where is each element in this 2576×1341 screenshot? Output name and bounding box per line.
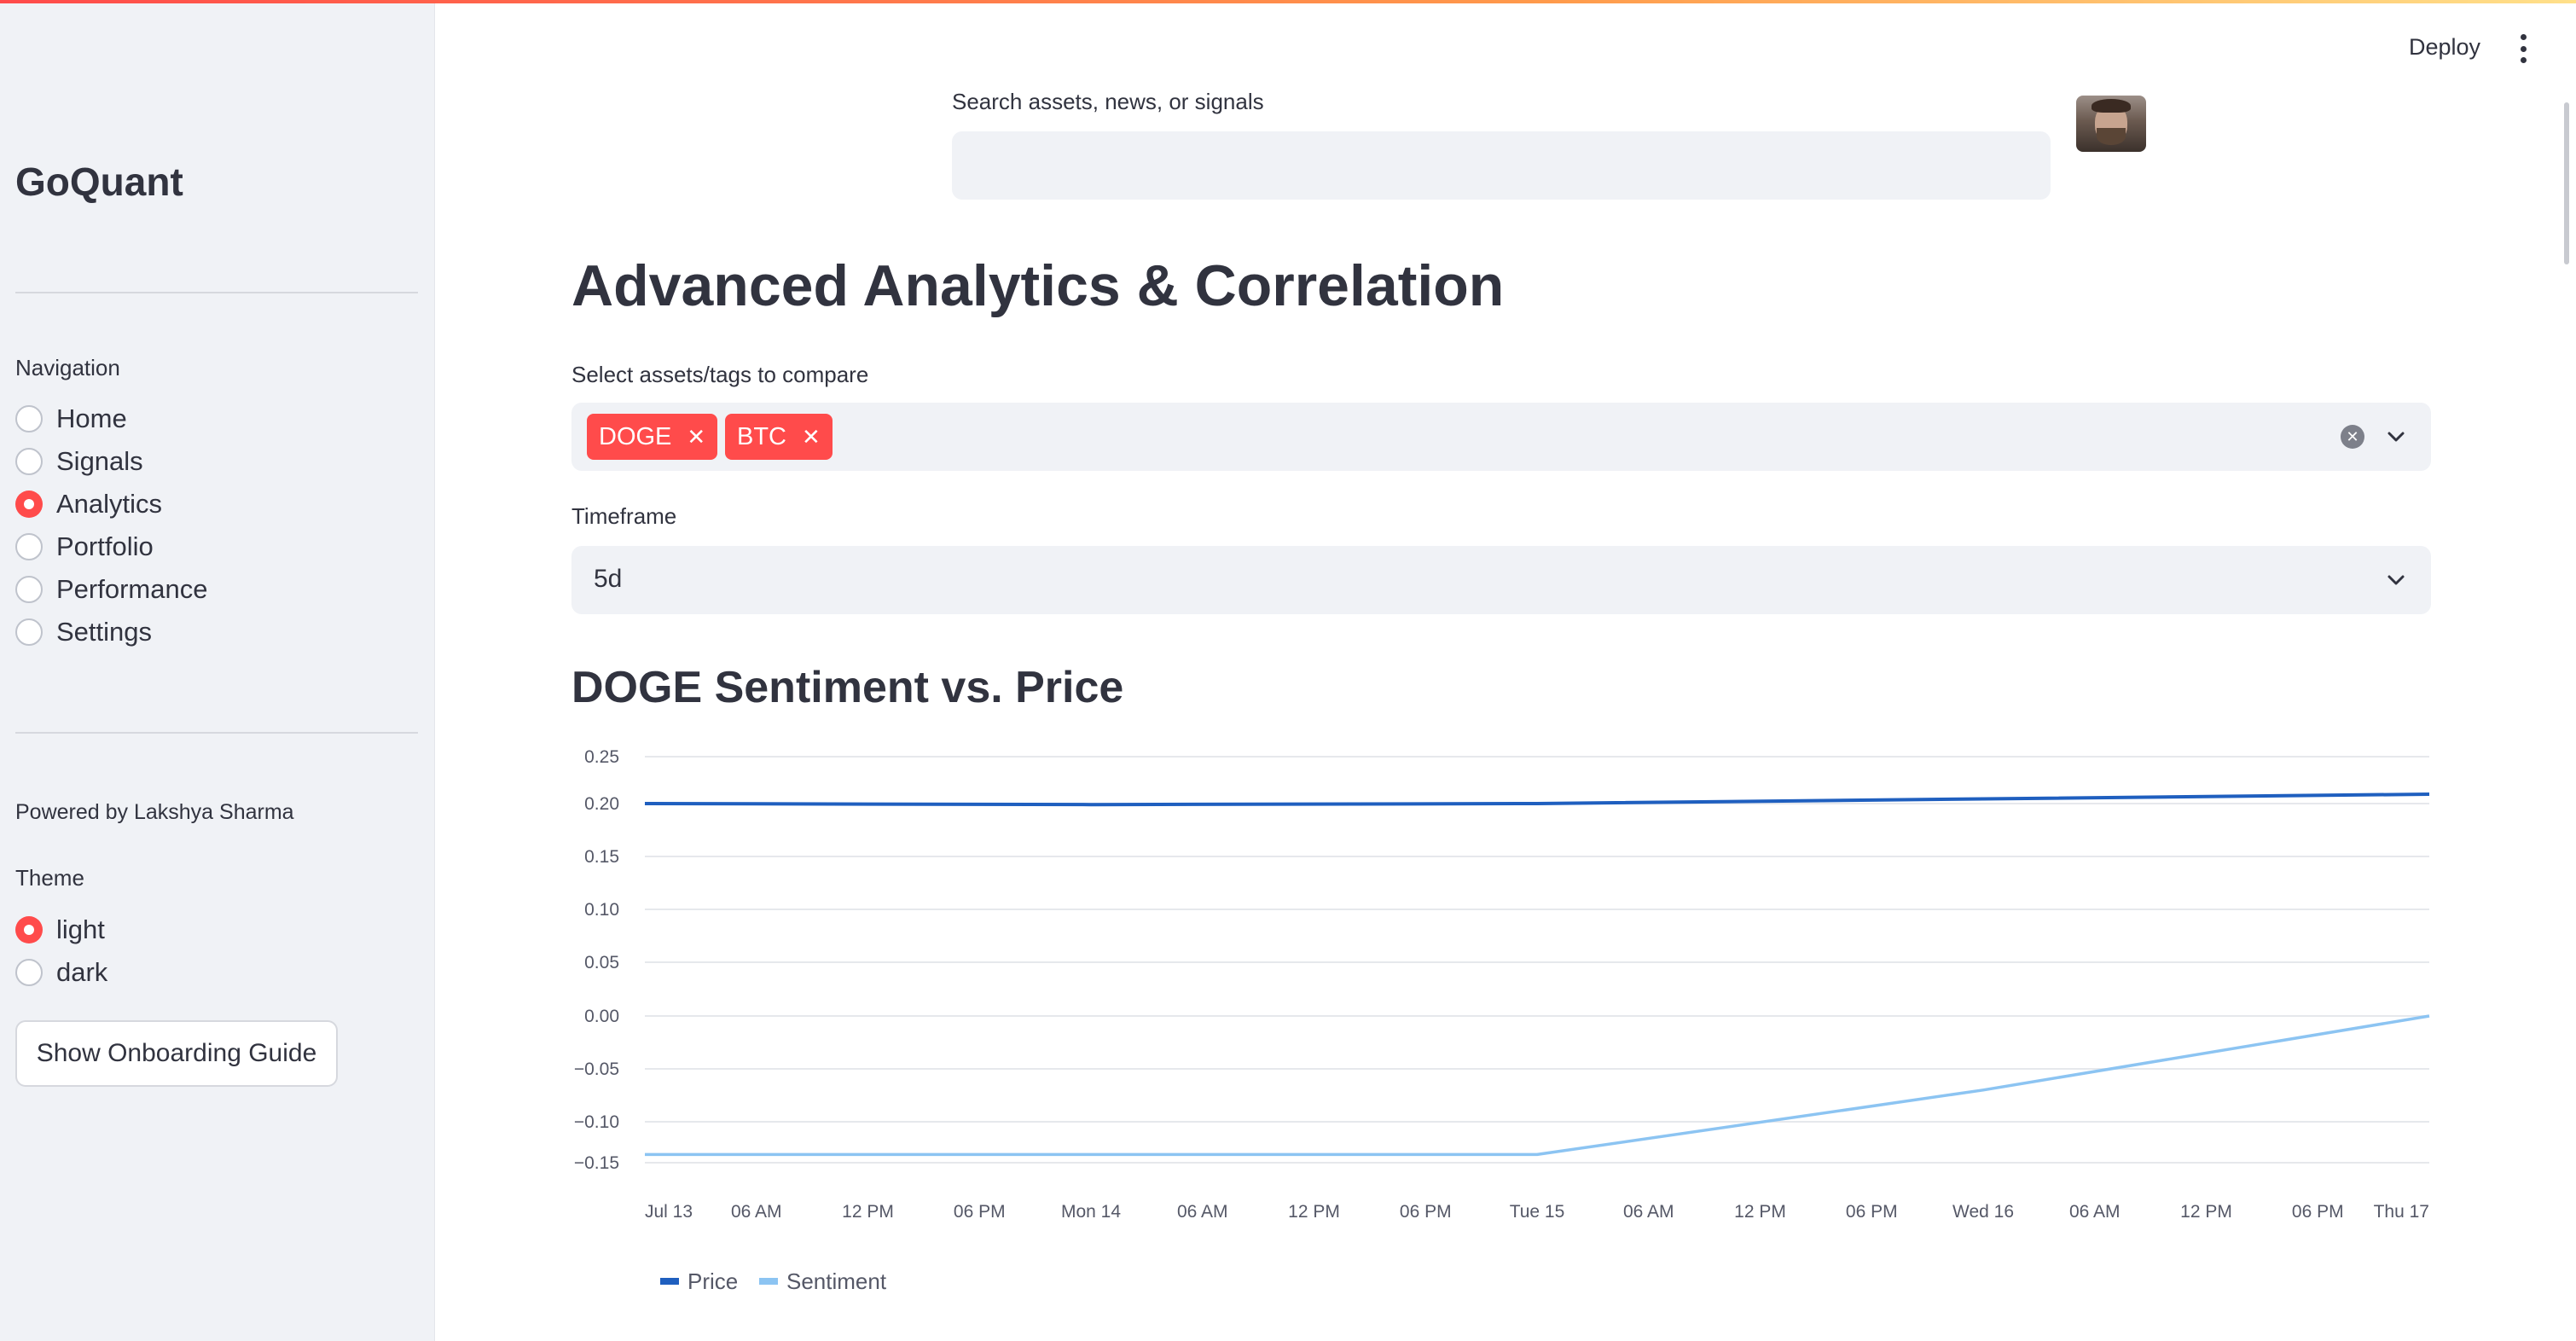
y-tick-label: −0.05 (574, 1059, 619, 1079)
sidebar-divider (15, 732, 418, 734)
x-tick-label: 06 AM (1177, 1202, 1228, 1222)
nav-item-label: Performance (56, 574, 208, 604)
radio-circle[interactable] (15, 618, 43, 646)
nav-item-label: Analytics (56, 489, 163, 519)
y-tick-label: 0.05 (584, 953, 619, 972)
x-tick-label: 12 PM (1734, 1202, 1786, 1222)
x-tick-label: 06 AM (1623, 1202, 1674, 1222)
series-line-sentiment (645, 1014, 2430, 1157)
compare-label: Select assets/tags to compare (571, 362, 869, 387)
tag-label: DOGE (599, 422, 672, 450)
nav-item-performance[interactable]: Performance (15, 568, 207, 611)
x-tick-label: Mon 14 (1061, 1202, 1121, 1222)
x-tick-label: 12 PM (842, 1202, 894, 1222)
theme-radio-group: light dark (15, 909, 107, 994)
show-onboarding-guide-button[interactable]: Show Onboarding Guide (15, 1020, 338, 1087)
sidebar-divider (15, 292, 418, 293)
x-tick-label: Tue 15 (1510, 1202, 1565, 1222)
radio-circle-selected[interactable] (15, 916, 43, 943)
timeframe-select[interactable]: 5d (571, 546, 2431, 614)
radio-circle[interactable] (15, 959, 43, 986)
x-tick-label: 12 PM (1288, 1202, 1340, 1222)
nav-item-settings[interactable]: Settings (15, 611, 207, 653)
x-tick-label: 06 PM (954, 1202, 1006, 1222)
theme-option-label: light (56, 914, 105, 944)
chevron-down-icon[interactable] (2383, 567, 2409, 593)
nav-item-portfolio[interactable]: Portfolio (15, 525, 207, 568)
x-tick-label: Thu 17 (2374, 1202, 2429, 1222)
y-tick-label: 0.00 (584, 1007, 619, 1026)
tag-label: BTC (737, 422, 786, 450)
chart-title: DOGE Sentiment vs. Price (571, 663, 1124, 712)
remove-tag-icon[interactable]: ✕ (687, 424, 705, 450)
radio-circle-selected[interactable] (15, 491, 43, 518)
navigation-radio-group: Home Signals Analytics Portfolio Perform… (15, 398, 207, 653)
more-options-icon[interactable] (2515, 34, 2532, 63)
tag-btc: BTC ✕ (725, 414, 833, 460)
y-tick-label: 0.10 (584, 900, 619, 920)
legend-swatch-price (660, 1278, 679, 1285)
avatar[interactable] (2076, 96, 2146, 152)
radio-circle[interactable] (15, 405, 43, 432)
x-tick-label: Jul 13 (645, 1202, 693, 1222)
radio-circle[interactable] (15, 448, 43, 475)
nav-item-label: Home (56, 403, 127, 433)
y-tick-label: 0.20 (584, 794, 619, 814)
page-title: Advanced Analytics & Correlation (571, 253, 1505, 318)
navigation-label: Navigation (15, 355, 120, 380)
radio-circle[interactable] (15, 533, 43, 560)
radio-circle[interactable] (15, 576, 43, 603)
legend-swatch-sentiment (759, 1278, 778, 1285)
legend-label-price: Price (688, 1268, 738, 1294)
nav-item-analytics[interactable]: Analytics (15, 483, 207, 525)
x-tick-label: 06 PM (2292, 1202, 2344, 1222)
nav-item-label: Settings (56, 617, 153, 647)
timeframe-label: Timeframe (571, 503, 677, 529)
powered-by-text: Powered by Lakshya Sharma (15, 800, 294, 824)
x-tick-label: 06 AM (731, 1202, 782, 1222)
nav-item-home[interactable]: Home (15, 398, 207, 440)
search-label: Search assets, news, or signals (952, 89, 1264, 114)
x-tick-label: 12 PM (2180, 1202, 2232, 1222)
theme-option-dark[interactable]: dark (15, 951, 107, 994)
sentiment-price-chart: 0.25 0.20 0.15 0.10 0.05 0.00 −0.05 −0.10 −0.15 J… (574, 747, 2430, 1294)
sidebar: GoQuant Navigation Home Signals Analytic… (0, 0, 435, 1341)
brand-title: GoQuant (15, 160, 183, 204)
scrollbar-thumb[interactable] (2564, 102, 2569, 264)
x-tick-label: Wed 16 (1952, 1202, 2014, 1222)
theme-label: Theme (15, 865, 84, 891)
clear-all-icon[interactable]: ✕ (2341, 425, 2364, 449)
y-tick-label: −0.15 (574, 1153, 619, 1173)
x-tick-label: 06 AM (2069, 1202, 2121, 1222)
deploy-button[interactable]: Deploy (2409, 34, 2480, 61)
chevron-down-icon[interactable] (2383, 424, 2409, 450)
legend-label-sentiment: Sentiment (786, 1268, 887, 1294)
remove-tag-icon[interactable]: ✕ (802, 424, 821, 450)
nav-item-label: Portfolio (56, 531, 154, 561)
x-tick-label: 06 PM (1846, 1202, 1898, 1222)
theme-option-light[interactable]: light (15, 909, 107, 951)
tag-doge: DOGE ✕ (587, 414, 718, 460)
search-input[interactable] (952, 131, 2051, 200)
asset-multiselect[interactable]: DOGE ✕ BTC ✕ ✕ (571, 403, 2431, 471)
timeframe-value: 5d (594, 565, 623, 593)
nav-item-signals[interactable]: Signals (15, 440, 207, 483)
nav-item-label: Signals (56, 446, 143, 476)
y-tick-label: 0.15 (584, 847, 619, 867)
y-tick-label: 0.25 (584, 747, 619, 767)
y-tick-label: −0.10 (574, 1112, 619, 1132)
top-accent-bar (0, 0, 2576, 3)
theme-option-label: dark (56, 957, 108, 987)
x-tick-label: 06 PM (1400, 1202, 1452, 1222)
